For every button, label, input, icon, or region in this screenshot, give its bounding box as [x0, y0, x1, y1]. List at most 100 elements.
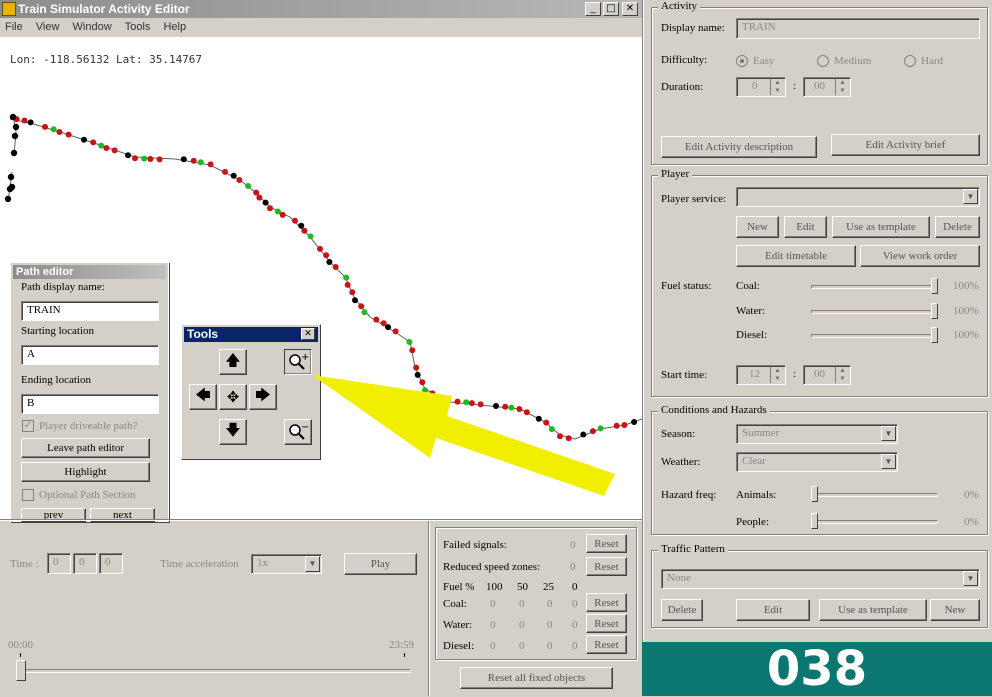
- activity-display-name-input[interactable]: TRAIN: [736, 18, 980, 39]
- time-seconds-input[interactable]: 0: [99, 553, 123, 574]
- driveable-path-checkbox[interactable]: ✓: [22, 420, 34, 432]
- reset-signals-button[interactable]: Reset: [586, 534, 627, 553]
- time-hours-input[interactable]: 0: [47, 553, 71, 574]
- start-minutes-spinner-icon[interactable]: ▲ ▼: [835, 367, 849, 383]
- edit-timetable-button[interactable]: Edit timetable: [736, 245, 856, 267]
- player-delete-button[interactable]: Delete: [935, 216, 980, 238]
- maximize-button[interactable]: □: [603, 2, 619, 16]
- edit-activity-brief-button[interactable]: Edit Activity brief: [831, 134, 980, 156]
- reset-all-fixed-button[interactable]: Reset all fixed objects: [460, 667, 613, 689]
- chevron-down-icon[interactable]: ▼: [305, 556, 320, 572]
- reset-fuel-button[interactable]: Reset: [586, 635, 627, 654]
- reset-fuel-button[interactable]: Reset: [586, 593, 627, 612]
- path-display-name-label: Path display name:: [21, 281, 105, 293]
- minimize-button[interactable]: _: [585, 2, 601, 16]
- fuel-slider-thumb[interactable]: [931, 327, 938, 343]
- hazard-slider-track[interactable]: [811, 520, 938, 524]
- hazard-slider-thumb[interactable]: [811, 513, 818, 529]
- view-work-order-button[interactable]: View work order: [860, 245, 980, 267]
- time-minutes-input[interactable]: 0: [73, 553, 97, 574]
- reset-fuel-button[interactable]: Reset: [586, 614, 627, 633]
- duration-hours-input[interactable]: 0 ▲ ▼: [736, 77, 786, 97]
- ending-location-input[interactable]: B: [21, 394, 159, 414]
- duration-minutes-spinner-icon[interactable]: ▲ ▼: [835, 79, 849, 95]
- fuel-failure-cell: 0: [490, 619, 496, 631]
- menu-file[interactable]: File: [5, 21, 23, 33]
- traffic-new-button[interactable]: New: [930, 599, 980, 621]
- fuel-slider-track[interactable]: [811, 334, 938, 338]
- reset-speed-button[interactable]: Reset: [586, 557, 627, 576]
- fuel-col-25: 25: [543, 581, 554, 593]
- right-divider: [642, 0, 644, 642]
- starting-location-input[interactable]: A: [21, 345, 159, 365]
- fuel-failure-cell: 0: [572, 598, 578, 610]
- start-minutes-input[interactable]: 00 ▲ ▼: [803, 365, 851, 385]
- pan-center-icon[interactable]: ✥: [219, 384, 247, 410]
- optional-path-checkbox[interactable]: [22, 489, 34, 501]
- path-display-name-input[interactable]: TRAIN: [21, 301, 159, 321]
- time-acceleration-select[interactable]: 1x ▼: [251, 554, 322, 574]
- chevron-down-icon[interactable]: ▼: [963, 189, 978, 204]
- traffic-pattern-select[interactable]: None ▼: [661, 569, 980, 589]
- pan-right-icon[interactable]: 🡆: [249, 384, 277, 410]
- tools-close-icon[interactable]: ✕: [301, 328, 315, 340]
- timeline-track[interactable]: [16, 669, 411, 673]
- fuel-failure-row-label: Coal:: [443, 598, 467, 610]
- chevron-down-icon[interactable]: ▼: [963, 571, 978, 586]
- fuel-slider-thumb[interactable]: [931, 303, 938, 319]
- highlight-button[interactable]: Highlight: [21, 462, 150, 482]
- tools-title[interactable]: Tools: [184, 327, 318, 342]
- hazard-slider-track[interactable]: [811, 493, 938, 497]
- play-button[interactable]: Play: [344, 553, 417, 575]
- difficulty-easy-radio[interactable]: [736, 55, 748, 67]
- path-editor-title[interactable]: Path editor: [13, 265, 166, 279]
- window-title-bar[interactable]: Train Simulator Activity Editor: [0, 0, 642, 18]
- timeline-slider-thumb[interactable]: [16, 660, 26, 681]
- player-edit-button[interactable]: Edit: [784, 216, 827, 238]
- arrow-shape: [312, 375, 615, 496]
- edit-activity-description-button[interactable]: Edit Activity description: [661, 136, 817, 158]
- player-service-select[interactable]: ▼: [736, 187, 980, 207]
- starting-location-label: Starting location: [21, 325, 95, 337]
- track-marker: [11, 132, 19, 140]
- weather-label: Weather:: [661, 456, 701, 468]
- menu-help[interactable]: Help: [163, 21, 186, 33]
- pan-up-icon[interactable]: 🡅: [219, 349, 247, 375]
- hazard-slider-thumb[interactable]: [811, 486, 818, 502]
- track-marker: [81, 136, 87, 143]
- menu-tools[interactable]: Tools: [125, 21, 151, 33]
- traffic-use-template-button[interactable]: Use as template: [819, 599, 927, 621]
- traffic-edit-button[interactable]: Edit: [736, 599, 810, 621]
- chevron-down-icon[interactable]: ▼: [881, 454, 896, 469]
- player-use-template-button[interactable]: Use as template: [832, 216, 930, 238]
- difficulty-hard-radio[interactable]: [904, 55, 916, 67]
- pan-down-icon[interactable]: 🡇: [219, 419, 247, 445]
- duration-hours-spinner-icon[interactable]: ▲ ▼: [770, 79, 784, 95]
- track-marker: [65, 131, 72, 138]
- season-select[interactable]: Summer ▼: [736, 424, 898, 444]
- weather-select[interactable]: Clear ▼: [736, 452, 898, 472]
- hazard-slider-value: 0%: [964, 516, 979, 528]
- start-hours-input[interactable]: 12 ▲ ▼: [736, 365, 786, 385]
- menu-view[interactable]: View: [36, 21, 60, 33]
- difficulty-medium-radio[interactable]: [817, 55, 829, 67]
- player-service-label: Player service:: [661, 193, 727, 205]
- start-hours-spinner-icon[interactable]: ▲ ▼: [770, 367, 784, 383]
- fuel-failure-cell: 0: [547, 619, 553, 631]
- traffic-delete-button[interactable]: Delete: [661, 599, 703, 621]
- chevron-down-icon[interactable]: ▼: [881, 426, 896, 441]
- track-marker: [132, 155, 138, 162]
- pan-left-icon[interactable]: 🡄: [189, 384, 217, 410]
- leave-path-editor-button[interactable]: Leave path editor: [21, 438, 150, 458]
- timeline-tick-start: [20, 653, 21, 657]
- fuel-col-50: 50: [517, 581, 528, 593]
- duration-minutes-input[interactable]: 00 ▲ ▼: [803, 77, 851, 97]
- menu-window[interactable]: Window: [73, 21, 112, 33]
- fuel-slider-track[interactable]: [811, 285, 938, 289]
- player-new-button[interactable]: New: [736, 216, 779, 238]
- duration-colon: :: [793, 80, 797, 92]
- fuel-slider-thumb[interactable]: [931, 278, 938, 294]
- close-button[interactable]: ✕: [622, 2, 638, 16]
- track-marker: [352, 297, 358, 304]
- fuel-slider-track[interactable]: [811, 310, 938, 314]
